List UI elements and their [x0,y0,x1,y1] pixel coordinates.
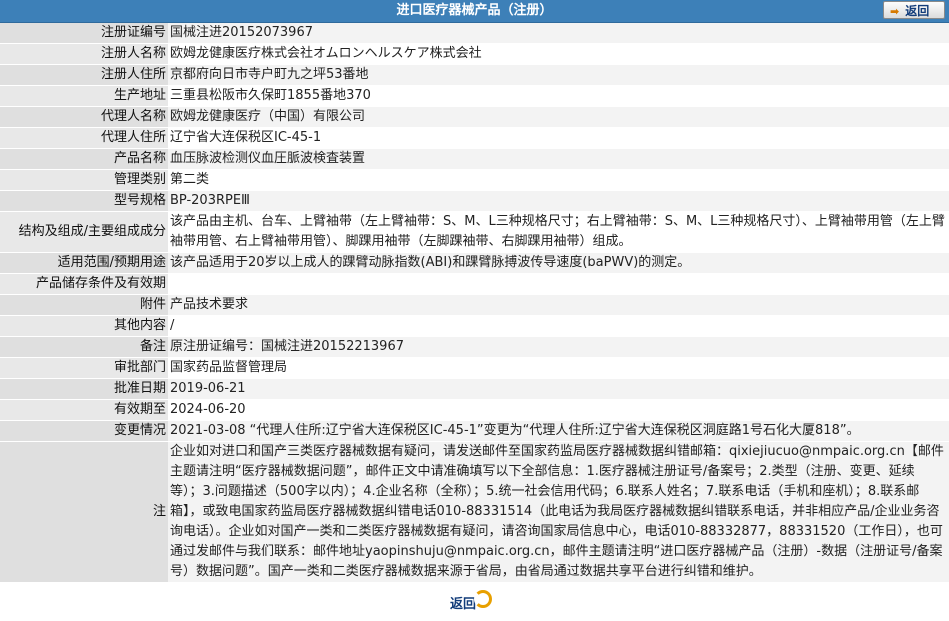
table-row: 产品名称 血压脉波检测仪血圧脈波検査装置 [0,148,949,170]
row-value: 2021-03-08 “代理人住所:辽宁省大连保税区IC-45-1”变更为“代理… [168,420,949,442]
row-label: 产品名称 [0,148,168,170]
row-value: 产品技术要求 [168,294,949,316]
row-value: 该产品由主机、台车、上臂袖带（左上臂袖带：S、M、L三种规格尺寸；右上臂袖带：S… [168,211,949,253]
row-value: 2024-06-20 [168,399,949,421]
row-value: / [168,315,949,337]
row-value: 三重县松阪市久保町1855番地370 [168,85,949,107]
table-row: 适用范围/预期用途 该产品适用于20岁以上成人的踝臂动脉指数(ABI)和踝臂脉搏… [0,252,949,274]
table-row: 注册人名称 欧姆龙健康医疗株式会社オムロンヘルスケア株式会社 [0,43,949,65]
row-label: 管理类别 [0,169,168,191]
header-bar: 进口医疗器械产品（注册） ➡ 返回 [0,0,949,23]
table-row: 结构及组成/主要组成成分 该产品由主机、台车、上臂袖带（左上臂袖带：S、M、L三… [0,211,949,253]
table-row: 备注 原注册证编号：国械注进20152213967 [0,336,949,358]
row-label: 注册人名称 [0,43,168,65]
row-label: 结构及组成/主要组成成分 [0,211,168,253]
table-row: 生产地址 三重县松阪市久保町1855番地370 [0,85,949,107]
table-row: 代理人名称 欧姆龙健康医疗（中国）有限公司 [0,106,949,128]
row-value: 辽宁省大连保税区IC-45-1 [168,127,949,149]
row-label: 审批部门 [0,357,168,379]
row-label: 代理人住所 [0,127,168,149]
table-row: 有效期至 2024-06-20 [0,399,949,421]
row-value: 该产品适用于20岁以上成人的踝臂动脉指数(ABI)和踝臂脉搏波传导速度(baPW… [168,252,949,274]
table-row: 代理人住所 辽宁省大连保税区IC-45-1 [0,127,949,149]
row-value: 原注册证编号：国械注进20152213967 [168,336,949,358]
row-value: 2019-06-21 [168,378,949,400]
row-label: 备注 [0,336,168,358]
row-value: 京都府向日市寺户町九之坪53番地 [168,64,949,86]
row-label: 产品储存条件及有效期 [0,273,168,295]
row-label: 批准日期 [0,378,168,400]
row-label: 其他内容 [0,315,168,337]
table-row: 附件 产品技术要求 [0,294,949,316]
table-row: 产品储存条件及有效期 [0,273,949,295]
row-label: 型号规格 [0,190,168,212]
row-value: 血压脉波检测仪血圧脈波検査装置 [168,148,949,170]
table-row: 审批部门 国家药品监督管理局 [0,357,949,379]
row-label: 适用范围/预期用途 [0,252,168,274]
row-label: 注册人住所 [0,64,168,86]
table-row: 管理类别 第二类 [0,169,949,191]
page-title: 进口医疗器械产品（注册） [396,3,553,18]
back-button[interactable]: ➡ 返回 [883,1,945,19]
row-label: 注 [0,441,168,583]
row-label: 有效期至 [0,399,168,421]
return-circle-icon [474,590,492,608]
bottom-back-button[interactable]: 返回 [450,589,498,615]
row-value: 第二类 [168,169,949,191]
table-row: 注册人住所 京都府向日市寺户町九之坪53番地 [0,64,949,86]
row-value: 国械注进20152073967 [168,23,949,44]
arrow-right-icon: ➡ [890,5,900,18]
table-row: 其他内容 / [0,315,949,337]
bottom-back-label: 返回 [450,597,477,612]
row-label: 生产地址 [0,85,168,107]
detail-table: 注册证编号 国械注进20152073967 注册人名称 欧姆龙健康医疗株式会社オ… [0,23,949,583]
row-value: 企业如对进口和国产三类医疗器械数据有疑问，请发送邮件至国家药监局医疗器械数据纠错… [168,441,949,583]
row-label: 变更情况 [0,420,168,442]
row-label: 代理人名称 [0,106,168,128]
page: 进口医疗器械产品（注册） ➡ 返回 注册证编号 国械注进20152073967 注… [0,0,949,621]
row-value: 欧姆龙健康医疗（中国）有限公司 [168,106,949,128]
row-value: 国家药品监督管理局 [168,357,949,379]
table-row: 注册证编号 国械注进20152073967 [0,23,949,44]
back-button-label: 返回 [905,4,930,18]
row-label: 注册证编号 [0,23,168,44]
table-row: 注 企业如对进口和国产三类医疗器械数据有疑问，请发送邮件至国家药监局医疗器械数据… [0,441,949,583]
row-value [168,273,949,295]
table-row: 型号规格 BP-203RPEⅢ [0,190,949,212]
row-label: 附件 [0,294,168,316]
table-row: 变更情况 2021-03-08 “代理人住所:辽宁省大连保税区IC-45-1”变… [0,420,949,442]
row-value: BP-203RPEⅢ [168,190,949,212]
row-value: 欧姆龙健康医疗株式会社オムロンヘルスケア株式会社 [168,43,949,65]
table-row: 批准日期 2019-06-21 [0,378,949,400]
